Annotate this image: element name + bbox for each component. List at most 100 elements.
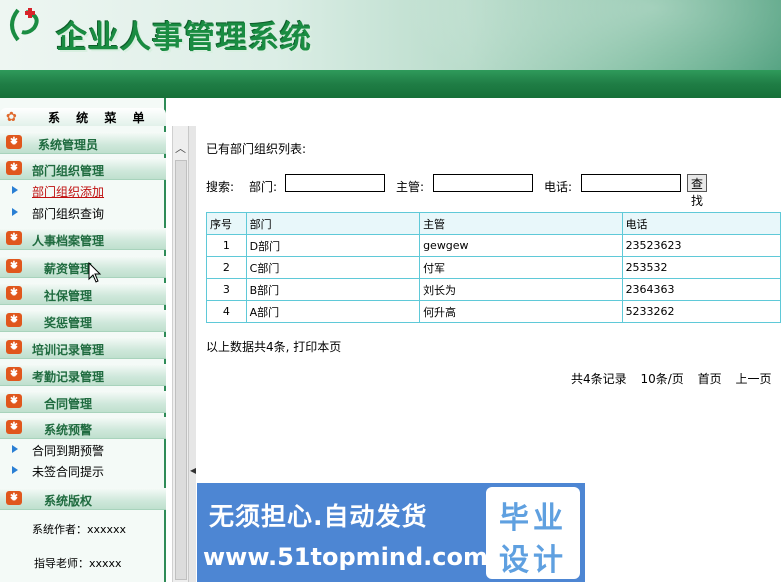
phone-input[interactable] [581,174,681,192]
menu-label: 社保管理 [44,289,93,303]
promo-badge-line2: 设计 [499,543,567,578]
author-line: 系统作者：xxxxxx [32,523,127,536]
header-band [0,70,781,98]
col-header-index: 序号 [206,212,247,235]
table-row[interactable]: 4 A部门 何升高 5233262 [206,300,781,323]
sidebar-scrollbar[interactable]: ︿ [172,126,188,582]
teacher-line: 指导老师：xxxxx [34,557,122,570]
manager-input[interactable] [433,174,533,192]
menu-badge-icon: ✱ [6,313,22,327]
pager-per-page: 10条/页 [640,372,684,386]
menu-salary[interactable]: ✱ 薪资管理 [0,256,166,278]
cell-index: 3 [206,278,247,301]
menu-item-label[interactable]: 部门组织添加 [32,183,104,200]
menu-badge-icon: ✱ [6,491,22,505]
menu-attendance[interactable]: ✱ 考勤记录管理 [0,364,166,386]
logo-icon [10,8,39,42]
promo-badge-line1: 毕业 [499,501,567,536]
manager-label: 主管: [396,180,425,194]
menu-item-label[interactable]: 未签合同提示 [32,463,104,480]
sidebar-title: ✿ 系 统 菜 单 [0,108,166,126]
cell-manager: 付军 [419,256,623,279]
table-header-row: 序号 部门 主管 电话 [206,212,781,235]
menu-badge-icon: ✱ [6,286,22,300]
dept-label: 部门: [249,180,278,194]
menu-personnel-files[interactable]: ✱ 人事档案管理 [0,228,166,250]
menu-system-warning[interactable]: ✱ 系统预警 [0,417,166,439]
menu-system-admin[interactable]: ✱ 系统管理员 [0,132,166,154]
menu-label: 培训记录管理 [32,343,105,357]
sidebar-title-label: 系 统 菜 单 [48,111,151,125]
main-top-strip [196,98,781,126]
col-header-manager: 主管 [419,212,623,235]
promo-url: www.51topmind.com [203,543,488,571]
table-row[interactable]: 3 B部门 刘长为 2364363 [206,278,781,301]
col-header-phone: 电话 [621,212,781,235]
app-header: 企业人事管理系统 [0,0,781,76]
menu-copyright[interactable]: ✱ 系统版权 [0,488,166,510]
menu-badge-icon: ✱ [6,135,22,149]
cell-phone: 253532 [621,256,781,279]
cell-dept: A部门 [245,300,421,323]
menu-badge-icon: ✱ [6,231,22,245]
search-label: 搜索: [206,180,235,194]
menu-badge-icon: ✱ [6,259,22,273]
table-row[interactable]: 1 D部门 gewgew 23523623 [206,234,781,257]
menu-badge-icon: ✱ [6,161,22,175]
menu-social-security[interactable]: ✱ 社保管理 [0,283,166,305]
menu-item-label[interactable]: 合同到期预警 [32,442,104,459]
scrollbar-thumb[interactable] [175,160,187,580]
panel-splitter[interactable]: ◀ [188,126,196,582]
menu-contract[interactable]: ✱ 合同管理 [0,391,166,413]
table-row[interactable]: 2 C部门 付军 253532 [206,256,781,279]
menu-item-dept-add[interactable]: 部门组织添加 [0,180,166,200]
menu-label: 合同管理 [44,397,93,411]
menu-item-unsigned-contract[interactable]: 未签合同提示 [0,460,166,480]
menu-item-contract-expiry[interactable]: 合同到期预警 [0,439,166,459]
search-button[interactable]: 查找 [687,174,708,208]
dept-input[interactable] [285,174,385,192]
summary-text: 以上数据共4条, 打印本页 [206,340,342,354]
mouse-cursor-icon [88,262,102,283]
triangle-bullet-icon [12,186,18,194]
flower-icon: ✿ [6,110,17,125]
menu-training[interactable]: ✱ 培训记录管理 [0,337,166,359]
menu-dept-management[interactable]: ✱ 部门组织管理 [0,158,166,180]
promo-banner[interactable]: 无须担心.自动发货 www.51topmind.com 毕业 设计 [197,483,585,582]
cell-index: 2 [206,256,247,279]
scroll-up-icon[interactable]: ︿ [175,140,186,156]
cell-dept: B部门 [245,278,421,301]
menu-item-dept-query[interactable]: 部门组织查询 [0,202,166,222]
dept-table: 序号 部门 主管 电话 1 D部门 gewgew 23523623 2 C部门 … [206,212,781,323]
menu-rewards[interactable]: ✱ 奖惩管理 [0,310,166,332]
menu-label: 系统预警 [44,423,93,437]
promo-headline: 无须担心.自动发货 [209,502,428,531]
triangle-bullet-icon [12,208,18,216]
cell-manager: 何升高 [419,300,623,323]
menu-label: 奖惩管理 [44,316,93,330]
cell-index: 1 [206,234,247,257]
menu-badge-icon: ✱ [6,394,22,408]
cell-phone: 2364363 [621,278,781,301]
promo-badge: 毕业 设计 [486,487,580,579]
menu-label: 系统管理员 [38,138,99,152]
menu-label: 系统版权 [44,494,93,508]
pager-first-link[interactable]: 首页 [698,372,722,386]
menu-label: 考勤记录管理 [32,370,105,384]
triangle-bullet-icon [12,445,18,453]
menu-label: 人事档案管理 [32,234,105,248]
menu-badge-icon: ✱ [6,420,22,434]
header-decoration [401,0,781,76]
app-title: 企业人事管理系统 [56,20,312,56]
list-title: 已有部门组织列表: [206,142,307,156]
triangle-bullet-icon [12,466,18,474]
phone-label: 电话: [544,180,573,194]
menu-label: 薪资管理 [44,262,93,276]
cell-dept: D部门 [245,234,421,257]
col-header-dept: 部门 [245,212,421,235]
pager-prev-link[interactable]: 上一页 [735,372,771,386]
cell-manager: 刘长为 [419,278,623,301]
pagination: 共4条记录 10条/页 首页 上一页 下 [571,370,781,387]
menu-item-label[interactable]: 部门组织查询 [32,205,104,222]
cell-phone: 5233262 [621,300,781,323]
